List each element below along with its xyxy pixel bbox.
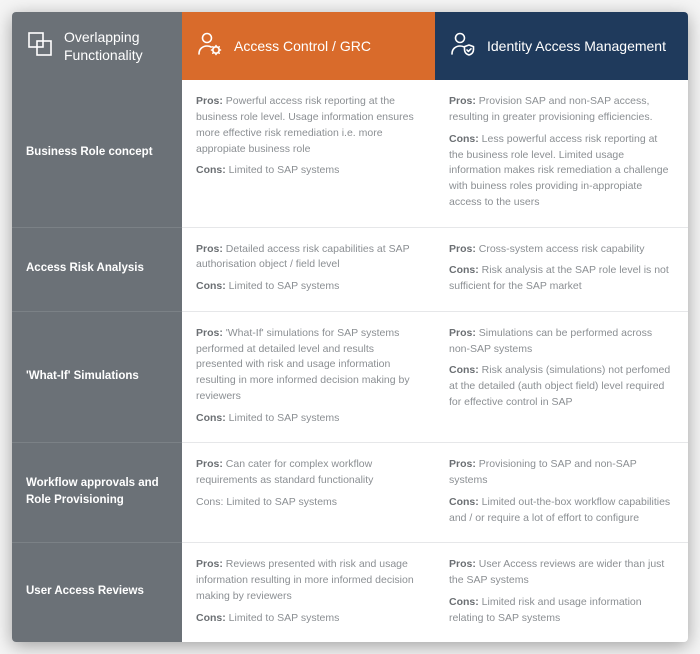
iam-cons-text: Limited out-the-box workflow capabilitie… [449,496,670,524]
pros-label: Pros: [196,458,223,470]
row-title: User Access Reviews [12,542,182,642]
grc-cell: Pros: Powerful access risk reporting at … [182,80,435,226]
table-row: Business Role conceptPros: Powerful acce… [12,80,688,226]
pros-label: Pros: [196,95,223,107]
grc-cons-text: Limited to SAP systems [229,280,340,292]
pros-label: Pros: [196,327,223,339]
iam-cell: Pros: User Access reviews are wider than… [435,542,688,642]
cons-label: Cons: [449,596,479,608]
cons-label: Cons: [196,280,226,292]
cons-label: Cons: [449,133,479,145]
grc-cell: Pros: 'What-If' simulations for SAP syst… [182,311,435,443]
iam-cons-text: Risk analysis at the SAP role level is n… [449,264,669,292]
header-label: Overlapping Functionality [64,28,168,64]
comparison-table: Overlapping Functionality Access Control… [12,12,688,642]
cons-label: Cons: [449,264,479,276]
pros-label: Pros: [196,243,223,255]
grc-cons-text: Cons: Limited to SAP systems [196,496,337,508]
grc-cell: Pros: Reviews presented with risk and us… [182,542,435,642]
grc-pros-text: Can cater for complex workflow requireme… [196,458,373,486]
cons-label: Cons: [196,412,226,424]
grc-pros-text: Reviews presented with risk and usage in… [196,558,414,602]
table-row: User Access ReviewsPros: Reviews present… [12,542,688,642]
table-row: Access Risk AnalysisPros: Detailed acces… [12,227,688,311]
row-title: Access Risk Analysis [12,227,182,311]
iam-pros-text: User Access reviews are wider than just … [449,558,664,586]
table-header-row: Overlapping Functionality Access Control… [12,12,688,80]
iam-pros-text: Cross-system access risk capability [479,243,645,255]
iam-cell: Pros: Provisioning to SAP and non-SAP sy… [435,442,688,542]
grc-pros-text: 'What-If' simulations for SAP systems pe… [196,327,410,402]
header-label: Access Control / GRC [234,37,371,55]
pros-label: Pros: [449,95,476,107]
row-title: Workflow approvals and Role Provisioning [12,442,182,542]
header-overlapping: Overlapping Functionality [12,12,182,80]
header-grc: Access Control / GRC [182,12,435,80]
grc-cell: Pros: Detailed access risk capabilities … [182,227,435,311]
iam-cell: Pros: Cross-system access risk capabilit… [435,227,688,311]
iam-cons-text: Risk analysis (simulations) not perfomed… [449,364,670,408]
iam-pros-text: Simulations can be performed across non-… [449,327,652,355]
grc-cons-text: Limited to SAP systems [229,164,340,176]
grc-pros-text: Powerful access risk reporting at the bu… [196,95,414,154]
header-iam: Identity Access Management [435,12,688,80]
pros-label: Pros: [449,243,476,255]
iam-cons-text: Less powerful access risk reporting at t… [449,133,668,208]
user-shield-icon [449,30,477,62]
user-gear-icon [196,30,224,62]
header-label: Identity Access Management [487,37,666,55]
pros-label: Pros: [449,558,476,570]
grc-pros-text: Detailed access risk capabilities at SAP… [196,243,409,271]
table-row: Workflow approvals and Role Provisioning… [12,442,688,542]
pros-label: Pros: [196,558,223,570]
iam-cell: Pros: Provision SAP and non-SAP access, … [435,80,688,226]
pros-label: Pros: [449,458,476,470]
table-body: Business Role conceptPros: Powerful acce… [12,80,688,642]
grc-cons-text: Limited to SAP systems [229,412,340,424]
grc-cell: Pros: Can cater for complex workflow req… [182,442,435,542]
iam-cell: Pros: Simulations can be performed acros… [435,311,688,443]
pros-label: Pros: [449,327,476,339]
cons-label: Cons: [449,364,479,376]
iam-pros-text: Provision SAP and non-SAP access, result… [449,95,653,123]
cons-label: Cons: [196,612,226,624]
grc-cons-text: Limited to SAP systems [229,612,340,624]
row-title: 'What-If' Simulations [12,311,182,443]
row-title: Business Role concept [12,80,182,226]
overlap-icon [26,30,54,62]
iam-pros-text: Provisioning to SAP and non-SAP systems [449,458,637,486]
table-row: 'What-If' SimulationsPros: 'What-If' sim… [12,311,688,443]
cons-label: Cons: [449,496,479,508]
cons-label: Cons: [196,164,226,176]
